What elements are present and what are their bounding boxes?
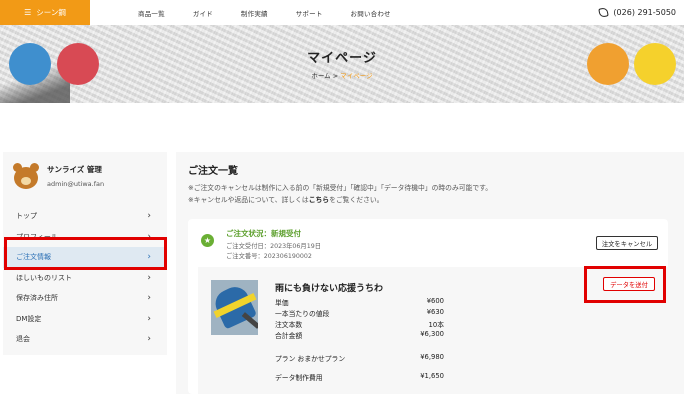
return-note-suffix: をご覧ください。	[329, 196, 384, 204]
chevron-right-icon: ›	[147, 334, 151, 345]
row-value: ¥6,300	[420, 330, 444, 338]
row-label: プラン おまかせプラン	[275, 355, 346, 363]
sidebar-item-dm-settings[interactable]: DM設定 ›	[3, 309, 167, 330]
star-icon: ★	[201, 234, 214, 247]
sidebar-item-top[interactable]: トップ ›	[3, 206, 167, 227]
phone-number[interactable]: (026) 291-5050	[598, 0, 676, 25]
order-card: ★ ご注文状況：新規受付 ご注文受付日：2023年06月19日 ご注文番号：20…	[188, 219, 668, 394]
breadcrumb-current: マイページ	[340, 72, 373, 80]
product-name: 雨にも負けない応援うちわ	[275, 284, 384, 294]
nav-guide[interactable]: ガイド	[193, 8, 213, 18]
breadcrumb: ホーム > マイページ	[0, 70, 684, 80]
order-number: ご注文番号：202306190002	[226, 253, 312, 260]
user-name: サンライズ 管理	[47, 165, 102, 174]
avatar	[11, 162, 41, 190]
hero-banner: マイページ ホーム > マイページ	[0, 25, 684, 103]
sidebar-item-label: トップ	[16, 212, 37, 221]
sidebar-item-wishlist[interactable]: ほしいものリスト ›	[3, 268, 167, 289]
order-date: ご注文受付日：2023年06月19日	[226, 243, 322, 250]
chevron-right-icon: ›	[147, 272, 151, 283]
row-value: ¥1,650	[420, 372, 444, 380]
user-email: admin@utiwa.fan	[47, 180, 105, 188]
menu-icon: ☰	[24, 8, 32, 17]
breadcrumb-home[interactable]: ホーム	[311, 72, 330, 80]
chevron-right-icon: ›	[147, 313, 151, 324]
sidebar-item-label: DM設定	[16, 314, 42, 323]
sidebar-item-label: ほしいものリスト	[16, 273, 72, 282]
main-nav: 商品一覧 ガイド 制作実績 サポート お問い合わせ	[138, 0, 419, 25]
sidebar-item-addresses[interactable]: 保存済み住所 ›	[3, 288, 167, 309]
details-link[interactable]: こちら	[309, 196, 329, 204]
row-label: 単価	[275, 299, 289, 307]
row-label: 合計金額	[275, 332, 303, 340]
annotation-highlight-orders	[4, 237, 167, 270]
row-value: ¥600	[426, 297, 444, 305]
nav-works[interactable]: 制作実績	[241, 8, 268, 18]
nav-products[interactable]: 商品一覧	[138, 8, 165, 18]
brand-button[interactable]: ☰ シーン鋼	[0, 0, 90, 25]
chevron-right-icon: ›	[147, 293, 151, 304]
row-value: ¥6,980	[420, 353, 444, 361]
phone-text: (026) 291-5050	[613, 8, 676, 17]
row-total: 合計金額 ¥6,300	[275, 330, 444, 340]
row-price-per-fan: 一本当たりの値段 ¥630	[275, 308, 444, 318]
sidebar-item-withdraw[interactable]: 退会 ›	[3, 329, 167, 350]
row-plan: プラン おまかせプラン ¥6,980	[275, 353, 444, 363]
phone-icon	[598, 7, 610, 18]
sidebar-item-label: 保存済み住所	[16, 294, 58, 303]
top-navigation-bar: ☰ シーン鋼 商品一覧 ガイド 制作実績 サポート お問い合わせ (026) 2…	[0, 0, 684, 25]
product-thumbnail	[211, 280, 258, 335]
chevron-right-icon: ›	[147, 211, 151, 222]
row-label: データ制作費用	[275, 374, 323, 382]
return-note: ※キャンセルや返品について、詳しくはこちらをご覧ください。	[188, 194, 383, 204]
nav-contact[interactable]: お問い合わせ	[351, 8, 391, 18]
cancel-order-button[interactable]: 注文をキャンセル	[596, 236, 658, 250]
row-quantity: 注文本数 10本	[275, 319, 444, 329]
bear-muzzle	[21, 177, 31, 185]
row-label: 一本当たりの値段	[275, 310, 330, 318]
row-value: 10本	[428, 321, 444, 329]
annotation-highlight-send-data	[584, 266, 666, 303]
row-data-fee: データ制作費用 ¥1,650	[275, 372, 444, 382]
page-title: マイページ	[307, 51, 377, 66]
brand-label: シーン鋼	[36, 8, 66, 17]
row-value: ¥630	[426, 308, 444, 316]
sidebar-item-label: 退会	[16, 335, 30, 344]
return-note-prefix: ※キャンセルや返品について、詳しくは	[188, 196, 309, 204]
sidebar-menu: トップ › プロフィール › ご注文情報 › ほしいものリスト › 保存済み住所…	[3, 206, 167, 350]
row-label: 注文本数	[275, 321, 303, 329]
order-status: ご注文状況：新規受付	[226, 229, 301, 238]
row-unit-price: 単価 ¥600	[275, 297, 444, 307]
user-profile: サンライズ 管理 admin@utiwa.fan	[11, 162, 104, 190]
cancel-note: ※ご注文のキャンセルは制作に入る前の「新規受付」「確認中」「データ待機中」の時の…	[188, 184, 493, 192]
section-title: ご注文一覧	[188, 166, 238, 177]
nav-support[interactable]: サポート	[296, 8, 323, 18]
